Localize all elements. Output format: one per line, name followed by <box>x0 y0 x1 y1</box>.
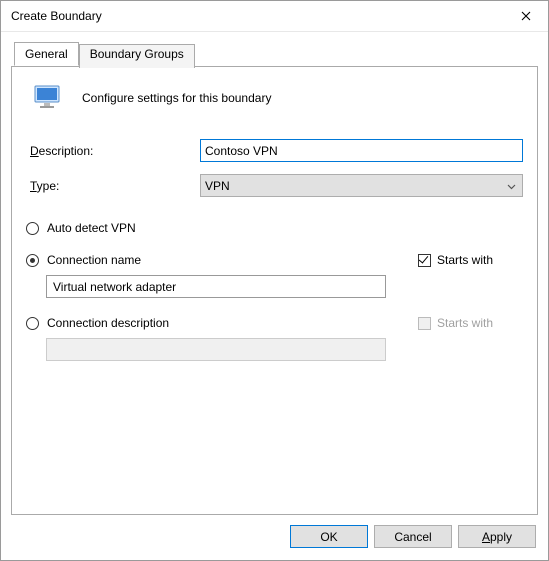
header-row: Configure settings for this boundary <box>26 81 523 115</box>
connection-name-starts-with-group: Starts with <box>418 253 493 267</box>
close-icon <box>521 11 531 21</box>
description-label: Description: <box>30 144 200 158</box>
cancel-button-label: Cancel <box>394 530 431 544</box>
header-text: Configure settings for this boundary <box>82 91 271 105</box>
apply-button[interactable]: Apply <box>458 525 536 548</box>
connection-desc-input-row <box>46 338 523 361</box>
dialog-create-boundary: Create Boundary General Boundary Groups … <box>0 0 549 561</box>
tabstrip: General Boundary Groups <box>11 43 538 67</box>
checkbox-name-starts-with-label: Starts with <box>437 253 493 267</box>
radio-auto-detect-label: Auto detect VPN <box>47 221 136 235</box>
vpn-options: Auto detect VPN Connection name Starts w… <box>26 221 523 361</box>
tab-boundary-groups[interactable]: Boundary Groups <box>79 44 195 68</box>
checkbox-desc-starts-with <box>418 317 431 330</box>
radio-connection-desc[interactable] <box>26 317 39 330</box>
form-grid: Description: Type: VPN <box>26 139 523 197</box>
titlebar: Create Boundary <box>1 1 548 32</box>
tab-panel-general: Configure settings for this boundary Des… <box>11 66 538 515</box>
type-select[interactable]: VPN <box>200 174 523 197</box>
tab-groups-label: Boundary Groups <box>90 47 184 61</box>
type-select-value: VPN <box>205 179 230 193</box>
connection-desc-input <box>46 338 386 361</box>
monitor-icon <box>32 81 66 115</box>
option-connection-name-row: Connection name Starts with <box>26 253 523 267</box>
tab-general-label: General <box>25 47 68 61</box>
connection-name-input-row <box>46 275 523 298</box>
radio-connection-name[interactable] <box>26 254 39 267</box>
connection-name-input[interactable] <box>46 275 386 298</box>
connection-desc-starts-with-group: Starts with <box>418 316 493 330</box>
radio-connection-name-label: Connection name <box>47 253 141 267</box>
checkbox-desc-starts-with-label: Starts with <box>437 316 493 330</box>
option-auto-detect-row: Auto detect VPN <box>26 221 523 235</box>
ok-button[interactable]: OK <box>290 525 368 548</box>
radio-connection-desc-label: Connection description <box>47 316 169 330</box>
radio-auto-detect[interactable] <box>26 222 39 235</box>
cancel-button[interactable]: Cancel <box>374 525 452 548</box>
chevron-down-icon <box>507 179 516 193</box>
close-button[interactable] <box>503 1 548 31</box>
client-area: General Boundary Groups Configure settin… <box>1 32 548 515</box>
ok-button-label: OK <box>320 530 337 544</box>
type-label: Type: <box>30 179 200 193</box>
description-input[interactable] <box>200 139 523 162</box>
window-title: Create Boundary <box>11 9 503 23</box>
button-bar: OK Cancel Apply <box>1 515 548 560</box>
option-connection-desc-row: Connection description Starts with <box>26 316 523 330</box>
tab-general[interactable]: General <box>14 42 79 66</box>
checkbox-name-starts-with[interactable] <box>418 254 431 267</box>
